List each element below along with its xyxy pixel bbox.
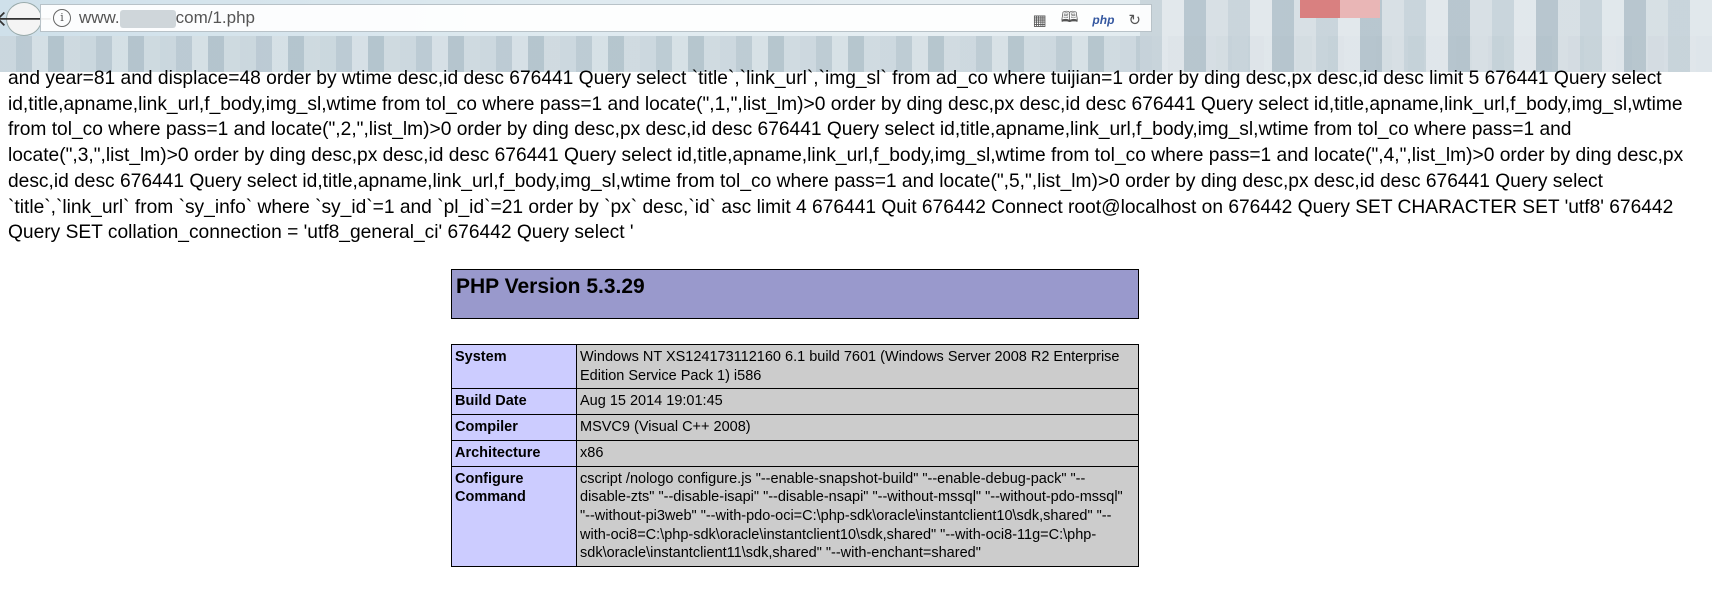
row-value: MSVC9 (Visual C++ 2008) — [576, 414, 1139, 441]
reload-icon[interactable]: ↻ — [1128, 11, 1141, 29]
qr-code-icon[interactable]: ▦ — [1033, 11, 1047, 29]
php-version-title: PHP Version 5.3.29 — [456, 275, 645, 298]
row-key: System — [451, 343, 577, 390]
address-bar-icons: ▦ 🕮 php ↻ — [1033, 7, 1141, 32]
reader-mode-icon[interactable]: 🕮 — [1061, 7, 1079, 32]
query-log-text: and year=81 and displace=48 order by wti… — [8, 68, 1684, 244]
phpinfo-panel: PHP Version 5.3.29 System Windows NT XS1… — [451, 269, 1139, 568]
pixelated-background-right — [1140, 0, 1712, 72]
row-key: Build Date — [451, 388, 577, 416]
row-key: Architecture — [451, 439, 577, 467]
table-row: Build Date Aug 15 2014 19:01:45 — [451, 388, 1139, 416]
pixelated-tile — [1300, 0, 1340, 18]
url-suffix: com/1.php — [175, 8, 256, 27]
address-bar[interactable]: i www. com/1.php ▦ 🕮 php ↻ — [40, 4, 1152, 32]
browser-toolbar: 🡐 i www. com/1.php ▦ 🕮 php ↻ — [0, 0, 1712, 72]
row-value: x86 — [576, 439, 1139, 467]
redacted-domain — [119, 9, 176, 28]
phpinfo-header: PHP Version 5.3.29 — [451, 269, 1139, 319]
table-row: Configure Command cscript /nologo config… — [451, 465, 1139, 568]
row-key: Compiler — [451, 414, 577, 441]
table-row: Architecture x86 — [451, 439, 1139, 467]
phpinfo-table: System Windows NT XS124173112160 6.1 bui… — [451, 343, 1139, 568]
row-value: cscript /nologo configure.js "--enable-s… — [576, 465, 1139, 568]
table-row: Compiler MSVC9 (Visual C++ 2008) — [451, 414, 1139, 441]
php-icon[interactable]: php — [1092, 13, 1114, 27]
row-value: Windows NT XS124173112160 6.1 build 7601… — [576, 343, 1139, 390]
row-value: Aug 15 2014 19:01:45 — [576, 388, 1139, 416]
row-key: Configure Command — [451, 465, 577, 568]
table-row: System Windows NT XS124173112160 6.1 bui… — [451, 343, 1139, 390]
pixelated-tile — [1340, 0, 1380, 18]
site-info-icon[interactable]: i — [53, 9, 71, 27]
url-text: www. com/1.php — [79, 8, 255, 28]
back-button[interactable]: 🡐 — [0, 2, 54, 36]
url-prefix: www. — [79, 8, 120, 27]
